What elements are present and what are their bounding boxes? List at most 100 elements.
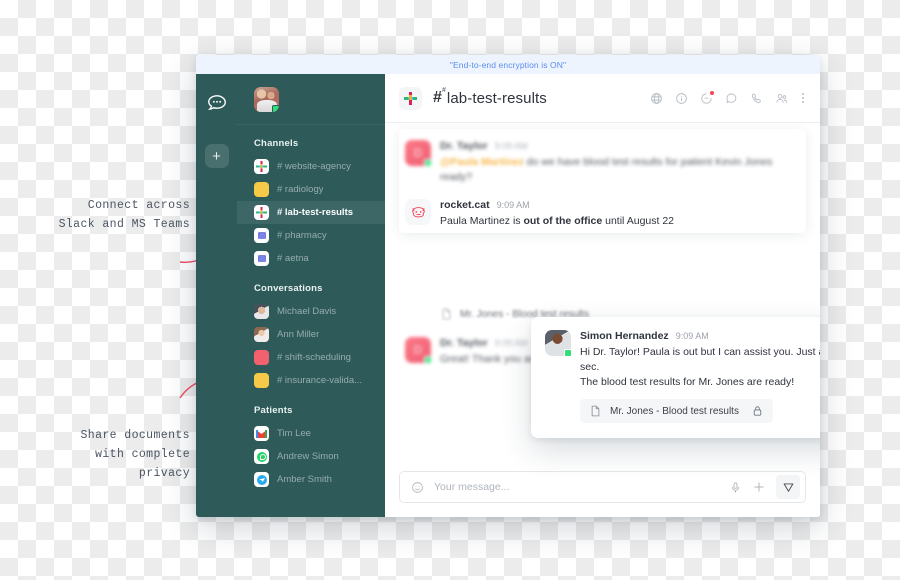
slack-icon [254, 159, 269, 174]
sidebar-section-title: Patients [254, 405, 293, 416]
info-icon[interactable] [675, 92, 688, 105]
sidebar-sections: Channels # website-agency # radiology # lab… [237, 125, 385, 491]
sidebar-item-pharmacy[interactable]: # pharmacy [237, 224, 385, 247]
chat-header: # # lab-test-results [385, 74, 820, 123]
document-icon [442, 308, 451, 320]
sidebar-item-label: Amber Smith [277, 474, 332, 485]
avatar-simon-hernandez[interactable] [545, 330, 572, 357]
sidebar-section-title: Channels [254, 138, 299, 149]
app-body: + Channels # website-agency # radiology # l… [196, 74, 820, 517]
avatar-rocket-cat[interactable] [405, 199, 431, 225]
sidebar-item-insurance-valida[interactable]: # insurance-valida... [237, 369, 385, 392]
message-input[interactable] [434, 481, 719, 493]
message-composer[interactable] [399, 471, 806, 503]
team-icon[interactable] [775, 92, 788, 105]
microphone-icon[interactable] [729, 481, 742, 494]
phone-icon[interactable] [750, 92, 763, 105]
sidebar-section-title: Conversations [254, 283, 323, 294]
notification-badge [710, 90, 714, 95]
rocketchat-logo-icon[interactable] [206, 92, 228, 114]
whatsapp-icon [254, 449, 269, 464]
yellow-square-icon [254, 182, 269, 197]
gmail-icon [254, 426, 269, 441]
composer-wrap [385, 461, 820, 517]
sidebar-item-label: # aetna [277, 253, 309, 264]
message-author: rocket.cat [440, 199, 490, 211]
sidebar-item-tim-lee[interactable]: Tim Lee [237, 422, 385, 445]
message-text-bold: out of the office [523, 215, 603, 227]
sidebar-item-label: # insurance-valida... [277, 375, 363, 386]
message-time: 9:09 AM [496, 200, 530, 210]
channel-name-label: lab-test-results [446, 89, 547, 107]
sidebar-item-label: Michael Davis [277, 306, 337, 317]
message-row: Dr. Taylor 9:09 AM @Paula Martinez do we… [399, 133, 806, 192]
sidebar-item-lab-test-results[interactable]: # lab-test-results [237, 201, 385, 224]
sidebar-item-label: # lab-test-results [277, 207, 354, 218]
discussion-icon[interactable] [700, 90, 714, 105]
sidebar-item-ann-miller[interactable]: Ann Miller [237, 323, 385, 346]
popup-message-row: Simon Hernandez 9:09 AM Hi Dr. Taylor! P… [545, 330, 820, 423]
popup-message-card: Simon Hernandez 9:09 AM Hi Dr. Taylor! P… [531, 317, 820, 438]
document-icon [590, 405, 601, 417]
message-author: Dr. Taylor [440, 337, 488, 349]
message-author: Dr. Taylor [440, 140, 488, 152]
message-text: Paula Martinez is out of the office unti… [440, 214, 806, 229]
globe-icon[interactable] [650, 92, 663, 105]
message-row: rocket.cat 9:09 AM Paula Martinez is out… [399, 192, 806, 236]
message-text-post: until August 22 [602, 215, 675, 227]
sidebar-item-website-agency[interactable]: # website-agency [237, 155, 385, 178]
slack-icon [399, 86, 422, 110]
popup-author: Simon Hernandez [580, 330, 669, 342]
sidebar-item-label: Andrew Simon [277, 451, 339, 462]
popup-time: 9:09 AM [675, 331, 709, 341]
sidebar: Channels # website-agency # radiology # lab… [237, 74, 385, 517]
app-window: "End-to-end encryption is ON" + Channels… [196, 55, 820, 517]
message-text-pre: Paula Martinez is [440, 215, 524, 227]
left-rail: + [196, 74, 237, 517]
sidebar-item-andrew-simon[interactable]: Andrew Simon [237, 445, 385, 468]
plus-icon[interactable] [752, 480, 766, 494]
sidebar-item-label: # shift-scheduling [277, 352, 351, 363]
sidebar-item-label: Ann Miller [277, 329, 320, 340]
send-icon[interactable] [776, 475, 800, 499]
avatar-dr-taylor[interactable] [405, 337, 432, 364]
threads-icon[interactable] [725, 92, 738, 105]
message-text: @Paula Martinez do we have blood test re… [440, 155, 806, 185]
sidebar-item-label: # radiology [277, 184, 324, 195]
status-dot [272, 104, 279, 112]
status-dot [424, 356, 432, 364]
status-dot [424, 159, 432, 167]
header-actions [650, 90, 806, 105]
popup-line-2: The blood test results for Mr. Jones are… [580, 376, 795, 388]
channel-title: # # lab-test-results [433, 87, 547, 107]
msteams-icon [254, 251, 269, 266]
msteams-icon [254, 228, 269, 243]
workspace-avatar[interactable] [254, 86, 279, 112]
mention-label[interactable]: @Paula Martinez [440, 156, 524, 168]
sidebar-item-michael-davis[interactable]: Michael Davis [237, 300, 385, 323]
attachment-chip[interactable]: Mr. Jones - Blood test results [580, 399, 773, 423]
popup-line-1: Hi Dr. Taylor! Paula is out but I can as… [580, 346, 820, 373]
avatar-dr-taylor[interactable] [405, 140, 432, 167]
sidebar-item-amber-smith[interactable]: Amber Smith [237, 468, 385, 491]
workspace-row[interactable] [237, 74, 385, 125]
add-button[interactable]: + [204, 144, 229, 168]
emoji-icon[interactable] [411, 481, 424, 494]
pink-square-icon [254, 350, 269, 365]
kebab-menu-icon[interactable] [800, 93, 806, 103]
message-time: 9:09 AM [494, 141, 528, 151]
sidebar-item-aetna[interactable]: # aetna [237, 247, 385, 270]
attachment-label: Mr. Jones - Blood test results [610, 405, 739, 417]
sidebar-item-label: # website-agency [277, 161, 351, 172]
sidebar-item-radiology[interactable]: # radiology [237, 178, 385, 201]
sidebar-item-label: Tim Lee [277, 428, 311, 439]
status-dot [564, 349, 572, 357]
annotation-connect: Connect across Slack and MS Teams [58, 199, 190, 231]
avatar-ann-icon [254, 327, 269, 342]
encryption-banner: "End-to-end encryption is ON" [196, 55, 820, 74]
lock-icon [752, 405, 763, 417]
chat-main: # # lab-test-results D Dr. Taylor 9:09 A… [385, 74, 820, 517]
sidebar-item-shift-scheduling[interactable]: # shift-scheduling [237, 346, 385, 369]
hash-icon: # # [433, 87, 446, 106]
message-time: 9:09 AM [494, 338, 528, 348]
